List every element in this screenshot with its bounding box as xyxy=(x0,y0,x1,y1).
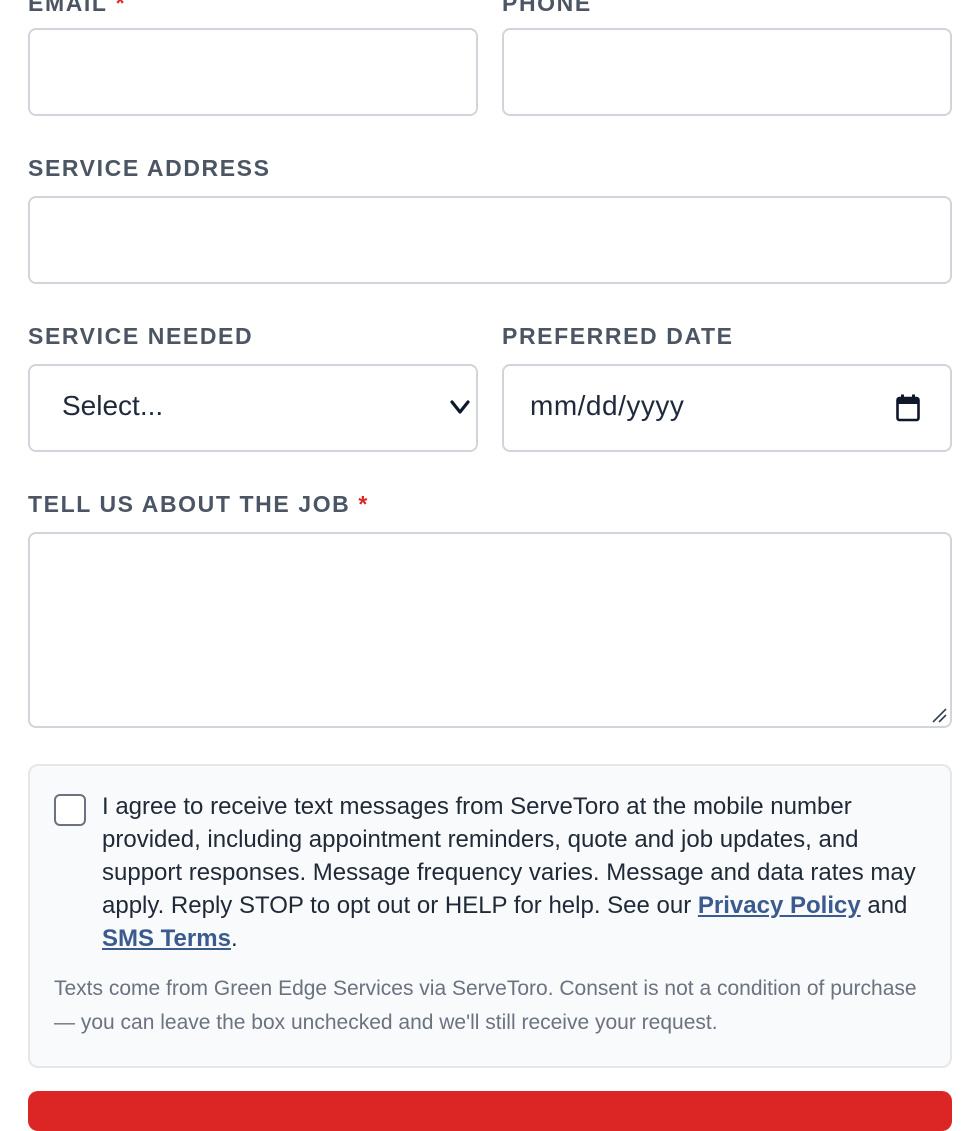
email-label: EMAIL * xyxy=(28,0,126,17)
phone-label: PHONE xyxy=(502,0,592,16)
sms-consent-box: I agree to receive text messages from Se… xyxy=(28,764,952,1068)
email-field[interactable] xyxy=(28,28,478,116)
service-address-label: SERVICE ADDRESS xyxy=(28,155,271,181)
preferred-date-input[interactable]: mm/dd/yyyy xyxy=(502,364,952,452)
job-description-textarea[interactable] xyxy=(28,532,952,728)
submit-button[interactable] xyxy=(28,1091,952,1131)
service-select[interactable]: Select... xyxy=(28,364,478,452)
sms-consent-text: I agree to receive text messages from Se… xyxy=(102,793,916,952)
required-mark: * xyxy=(358,491,369,517)
phone-field[interactable] xyxy=(502,28,952,116)
resize-grip-icon[interactable] xyxy=(930,706,948,724)
chevron-down-icon xyxy=(450,400,470,414)
sms-consent-checkbox[interactable] xyxy=(54,794,86,826)
required-mark: * xyxy=(115,0,127,16)
preferred-date-label: PREFERRED DATE xyxy=(502,323,734,349)
sms-terms-link[interactable]: SMS Terms xyxy=(102,925,231,952)
service-select-value: Select... xyxy=(62,390,164,421)
consent-note: Texts come from Green Edge Services via … xyxy=(54,977,917,1034)
service-needed-label: SERVICE NEEDED xyxy=(28,323,254,349)
date-placeholder: mm/dd/yyyy xyxy=(530,390,685,421)
job-description-label: TELL US ABOUT THE JOB * xyxy=(28,491,369,517)
calendar-icon[interactable] xyxy=(896,394,920,422)
privacy-policy-link[interactable]: Privacy Policy xyxy=(698,892,861,919)
service-address-field[interactable] xyxy=(28,196,952,284)
